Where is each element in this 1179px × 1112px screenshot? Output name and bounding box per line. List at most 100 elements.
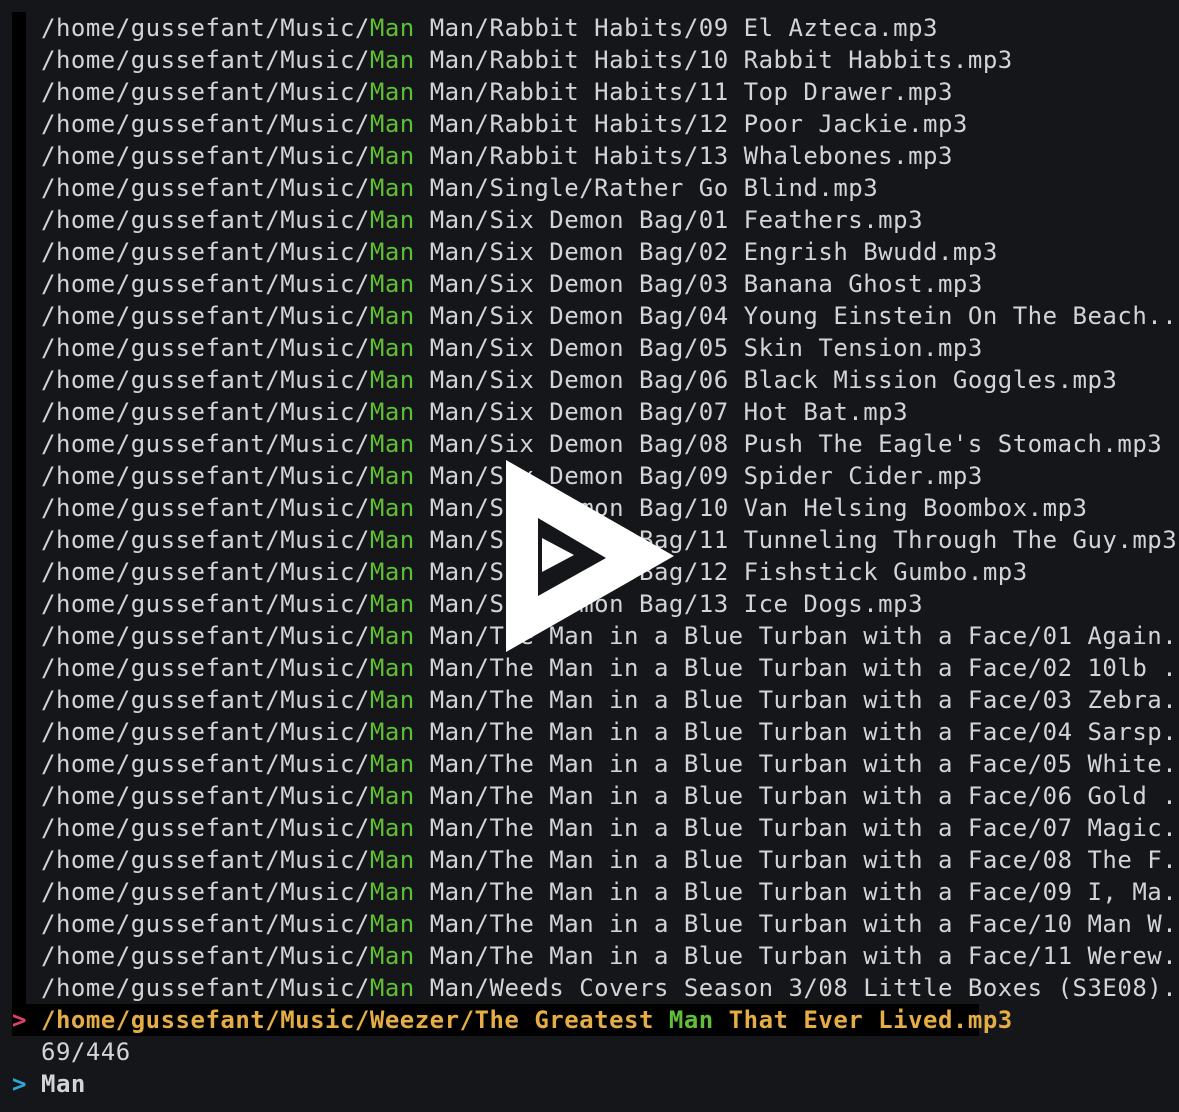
result-gutter (12, 524, 26, 556)
result-prefix: /home/gussefant/Music/ (41, 302, 370, 330)
result-line[interactable]: /home/gussefant/Music/Man Man/The Man in… (0, 908, 1179, 940)
result-prefix: /home/gussefant/Music/ (41, 526, 370, 554)
result-gutter (12, 236, 26, 268)
result-gutter (12, 940, 26, 972)
result-match: Man (369, 974, 415, 1002)
result-match: Man (369, 14, 415, 42)
selection-marker: > (12, 1006, 27, 1034)
result-prefix: /home/gussefant/Music/ (41, 718, 370, 746)
result-prefix: /home/gussefant/Music/ (41, 558, 370, 586)
result-line[interactable]: /home/gussefant/Music/Man Man/Six Demon … (0, 236, 1179, 268)
match-count-row: 69/446 (0, 1036, 1179, 1068)
result-line[interactable]: /home/gussefant/Music/Man Man/Rabbit Hab… (0, 44, 1179, 76)
result-suffix: Man/The Man in a Blue Turban with a Face… (414, 942, 1179, 970)
result-suffix: Man/Weeds Covers Season 3/08 Little Boxe… (414, 974, 1179, 1002)
result-match: Man (369, 558, 415, 586)
result-path: /home/gussefant/Music/Man Man/Rabbit Hab… (41, 76, 953, 108)
result-gutter (12, 332, 26, 364)
result-match: Man (369, 846, 415, 874)
result-match: Man (369, 270, 415, 298)
result-match: Man (369, 302, 415, 330)
result-suffix: Man/Six Demon Bag/03 Banana Ghost.mp3 (414, 270, 983, 298)
result-line[interactable]: /home/gussefant/Music/Man Man/The Man in… (0, 876, 1179, 908)
result-prefix: /home/gussefant/Music/ (41, 270, 370, 298)
selected-match: Man (668, 1006, 714, 1034)
result-suffix: Man/The Man in a Blue Turban with a Face… (414, 654, 1179, 682)
result-suffix: Man/The Man in a Blue Turban with a Face… (414, 718, 1179, 746)
result-match: Man (369, 590, 415, 618)
result-prefix: /home/gussefant/Music/ (41, 814, 370, 842)
result-suffix: Man/Six Demon Bag/05 Skin Tension.mp3 (414, 334, 983, 362)
result-line[interactable]: /home/gussefant/Music/Man Man/The Man in… (0, 652, 1179, 684)
play-logo-icon (506, 460, 674, 652)
result-line[interactable]: /home/gussefant/Music/Man Man/The Man in… (0, 716, 1179, 748)
result-gutter (12, 492, 26, 524)
result-suffix: Man/Six Demon Bag/07 Hot Bat.mp3 (414, 398, 909, 426)
result-gutter (12, 428, 26, 460)
result-prefix: /home/gussefant/Music/ (41, 942, 370, 970)
result-match: Man (369, 814, 415, 842)
result-gutter (12, 204, 26, 236)
result-line[interactable]: /home/gussefant/Music/Man Man/Six Demon … (0, 332, 1179, 364)
result-line[interactable]: /home/gussefant/Music/Man Man/Six Demon … (0, 396, 1179, 428)
result-gutter (12, 396, 26, 428)
result-suffix: Man/Six Demon Bag/01 Feathers.mp3 (414, 206, 924, 234)
selected-result[interactable]: > /home/gussefant/Music/Weezer/The Great… (0, 1004, 1179, 1036)
result-line[interactable]: /home/gussefant/Music/Man Man/Six Demon … (0, 204, 1179, 236)
result-suffix: Man/Six Demon Bag/04 Young Einstein On T… (414, 302, 1179, 330)
result-path: /home/gussefant/Music/Man Man/Rabbit Hab… (41, 140, 953, 172)
result-line[interactable]: /home/gussefant/Music/Man Man/The Man in… (0, 940, 1179, 972)
result-path: /home/gussefant/Music/Man Man/The Man in… (41, 684, 1179, 716)
result-path: /home/gussefant/Music/Man Man/The Man in… (41, 812, 1179, 844)
result-line[interactable]: /home/gussefant/Music/Man Man/The Man in… (0, 780, 1179, 812)
result-gutter (12, 652, 26, 684)
result-gutter (12, 12, 26, 44)
result-prefix: /home/gussefant/Music/ (41, 78, 370, 106)
result-line[interactable]: /home/gussefant/Music/Man Man/Single/Rat… (0, 172, 1179, 204)
result-line[interactable]: /home/gussefant/Music/Man Man/Six Demon … (0, 300, 1179, 332)
result-line[interactable]: /home/gussefant/Music/Man Man/Six Demon … (0, 268, 1179, 300)
result-suffix: Man/Rabbit Habits/13 Whalebones.mp3 (414, 142, 953, 170)
result-path: /home/gussefant/Music/Man Man/Six Demon … (41, 236, 998, 268)
result-line[interactable]: /home/gussefant/Music/Man Man/The Man in… (0, 748, 1179, 780)
result-suffix: Man/The Man in a Blue Turban with a Face… (414, 878, 1179, 906)
result-line[interactable]: /home/gussefant/Music/Man Man/The Man in… (0, 684, 1179, 716)
selected-prefix: /home/gussefant/Music/Weezer/The Greates… (41, 1006, 669, 1034)
result-prefix: /home/gussefant/Music/ (41, 174, 370, 202)
result-prefix: /home/gussefant/Music/ (41, 590, 370, 618)
result-gutter (12, 780, 26, 812)
result-match: Man (369, 238, 415, 266)
result-path: /home/gussefant/Music/Man Man/Rabbit Hab… (41, 108, 968, 140)
result-gutter (12, 268, 26, 300)
result-prefix: /home/gussefant/Music/ (41, 910, 370, 938)
result-match: Man (369, 782, 415, 810)
result-match: Man (369, 110, 415, 138)
result-line[interactable]: /home/gussefant/Music/Man Man/Rabbit Hab… (0, 12, 1179, 44)
result-line[interactable]: /home/gussefant/Music/Man Man/Six Demon … (0, 364, 1179, 396)
result-match: Man (369, 750, 415, 778)
result-prefix: /home/gussefant/Music/ (41, 142, 370, 170)
result-suffix: Man/Six Demon Bag/08 Push The Eagle's St… (414, 430, 1163, 458)
result-prefix: /home/gussefant/Music/ (41, 238, 370, 266)
prompt-row[interactable]: > Man (0, 1068, 1179, 1100)
result-path: /home/gussefant/Music/Man Man/Rabbit Hab… (41, 12, 938, 44)
result-line[interactable]: /home/gussefant/Music/Man Man/The Man in… (0, 812, 1179, 844)
result-match: Man (369, 398, 415, 426)
result-prefix: /home/gussefant/Music/ (41, 462, 370, 490)
result-line[interactable]: /home/gussefant/Music/Man Man/Six Demon … (0, 428, 1179, 460)
result-line[interactable]: /home/gussefant/Music/Man Man/The Man in… (0, 844, 1179, 876)
result-match: Man (369, 142, 415, 170)
result-match: Man (369, 718, 415, 746)
selected-suffix: That Ever Lived.mp3 (713, 1006, 1013, 1034)
search-query-input[interactable]: Man (41, 1068, 86, 1100)
result-prefix: /home/gussefant/Music/ (41, 654, 370, 682)
result-gutter (12, 172, 26, 204)
result-line[interactable]: /home/gussefant/Music/Man Man/Rabbit Hab… (0, 108, 1179, 140)
result-line[interactable]: /home/gussefant/Music/Man Man/Rabbit Hab… (0, 140, 1179, 172)
result-line[interactable]: /home/gussefant/Music/Man Man/Weeds Cove… (0, 972, 1179, 1004)
result-path: /home/gussefant/Music/Man Man/The Man in… (41, 780, 1179, 812)
result-line[interactable]: /home/gussefant/Music/Man Man/Rabbit Hab… (0, 76, 1179, 108)
result-match: Man (369, 910, 415, 938)
result-match: Man (369, 654, 415, 682)
result-match: Man (369, 526, 415, 554)
